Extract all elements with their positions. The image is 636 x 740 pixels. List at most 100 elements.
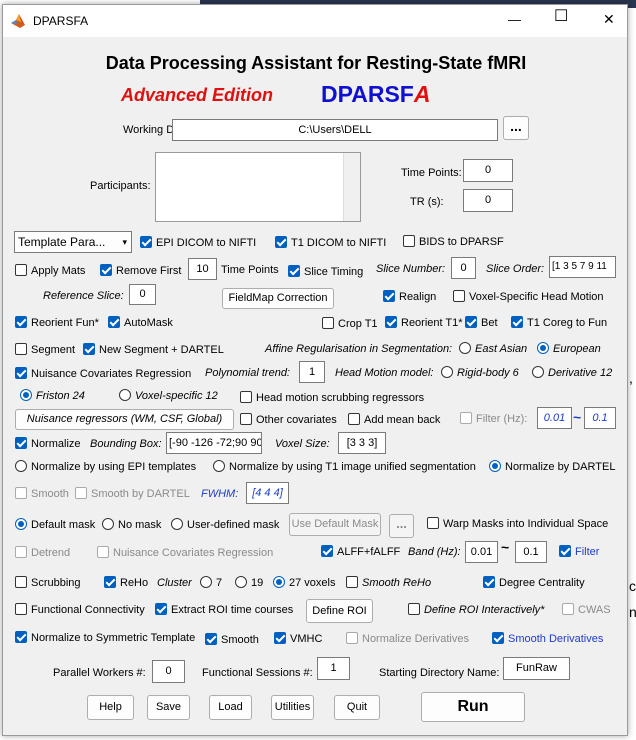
t1-coreg-checkbox[interactable]: T1 Coreg to Fun (511, 316, 607, 330)
smooth-derivatives-checkbox[interactable]: Smooth Derivatives (492, 632, 603, 646)
cluster-7-radio[interactable]: 7 (200, 576, 222, 590)
vmhc-checkbox[interactable]: VMHC (274, 632, 322, 646)
slice-number-input[interactable]: 0 (451, 257, 476, 279)
nuisance-covariates-checkbox[interactable]: Nuisance Covariates Regression (15, 367, 191, 381)
normalize-symmetric-checkbox[interactable]: Normalize to Symmetric Template (15, 631, 195, 645)
normalize-derivatives-checkbox[interactable]: Normalize Derivatives (346, 632, 469, 646)
derivative-12-radio[interactable]: Derivative 12 (532, 366, 612, 380)
crop-t1-checkbox[interactable]: Crop T1 (322, 317, 378, 331)
starting-directory-input[interactable]: FunRaw (503, 657, 570, 680)
default-mask-radio[interactable]: Default mask (15, 518, 95, 532)
smooth-reho-checkbox[interactable]: Smooth ReHo (346, 576, 431, 590)
cwas-checkbox[interactable]: CWAS (562, 603, 611, 617)
tr-label: TR (s): (410, 196, 444, 208)
tr-input[interactable]: 0 (463, 189, 513, 212)
warp-masks-checkbox[interactable]: Warp Masks into Individual Space (427, 517, 608, 531)
slice-order-input[interactable]: [1 3 5 7 9 11 (549, 256, 616, 278)
rigid-body-6-radio[interactable]: Rigid-body 6 (441, 366, 519, 380)
save-button[interactable]: Save (147, 695, 190, 720)
head-motion-scrubbing-checkbox[interactable]: Head motion scrubbing regressors (240, 391, 424, 405)
filter-checkbox[interactable]: Filter (Hz): (460, 412, 527, 426)
user-defined-mask-radio[interactable]: User-defined mask (171, 518, 279, 532)
remove-first-input[interactable]: 10 (188, 258, 217, 280)
alff-falff-checkbox[interactable]: ALFF+fALFF (321, 545, 400, 559)
normalize-checkbox[interactable]: Normalize (15, 437, 81, 451)
voxel-specific-head-motion-checkbox[interactable]: Voxel-Specific Head Motion (453, 290, 604, 304)
bids-checkbox[interactable]: BIDS to DPARSF (403, 235, 504, 249)
new-segment-dartel-checkbox[interactable]: New Segment + DARTEL (83, 343, 224, 357)
help-button[interactable]: Help (87, 695, 134, 720)
friston-24-radio[interactable]: Friston 24 (20, 389, 85, 403)
functional-sessions-input[interactable]: 1 (317, 657, 350, 680)
reho-checkbox[interactable]: ReHo (104, 576, 148, 590)
band-low-input[interactable]: 0.01 (465, 541, 498, 563)
define-roi-interactively-checkbox[interactable]: Define ROI Interactively* (408, 603, 544, 617)
quit-button[interactable]: Quit (334, 695, 380, 720)
extract-roi-checkbox[interactable]: Extract ROI time courses (155, 603, 293, 617)
normalize-epi-radio[interactable]: Normalize by using EPI templates (15, 460, 196, 474)
reorient-t1-checkbox[interactable]: Reorient T1* (385, 316, 463, 330)
bounding-box-input[interactable]: [-90 -126 -72;90 90 (166, 432, 262, 454)
slice-timing-checkbox[interactable]: Slice Timing (288, 265, 363, 279)
nuisance-covariates-2-checkbox[interactable]: Nuisance Covariates Regression (97, 546, 273, 560)
cluster-19-radio[interactable]: 19 (235, 576, 263, 590)
epi-dicom-checkbox[interactable]: EPI DICOM to NIFTI (140, 236, 256, 250)
fwhm-input[interactable]: [4 4 4] (246, 482, 289, 504)
reference-slice-label: Reference Slice: (43, 290, 124, 302)
template-parameters-select[interactable]: Template Para... ▾ (14, 231, 132, 253)
close-icon[interactable]: ✕ (603, 12, 615, 26)
timepoints-input[interactable]: 0 (463, 159, 513, 182)
smooth-2-checkbox[interactable]: Smooth (205, 633, 259, 647)
slice-number-label: Slice Number: (376, 263, 446, 275)
working-directory-browse-button[interactable]: ... (503, 116, 529, 140)
european-radio[interactable]: European (537, 342, 601, 356)
scrubbing-checkbox[interactable]: Scrubbing (15, 576, 81, 590)
use-default-mask-button[interactable]: Use Default Mask (289, 513, 381, 536)
run-button[interactable]: Run (421, 692, 525, 722)
minimize-icon[interactable]: — (508, 13, 521, 27)
reorient-fun-checkbox[interactable]: Reorient Fun* (15, 316, 99, 330)
apply-mats-checkbox[interactable]: Apply Mats (15, 264, 85, 278)
remove-first-checkbox[interactable]: Remove First (100, 264, 181, 278)
define-roi-button[interactable]: Define ROI (306, 599, 373, 623)
nuisance-regressors-button[interactable]: Nuisance regressors (WM, CSF, Global) (15, 409, 234, 430)
reference-slice-input[interactable]: 0 (129, 284, 156, 305)
smooth-dartel-checkbox[interactable]: Smooth by DARTEL (75, 487, 190, 501)
other-covariates-checkbox[interactable]: Other covariates (240, 413, 337, 427)
filter-2-checkbox[interactable]: Filter (559, 545, 599, 559)
polynomial-trend-input[interactable]: 1 (299, 361, 325, 383)
slice-order-label: Slice Order: (486, 263, 545, 275)
degree-centrality-checkbox[interactable]: Degree Centrality (483, 576, 585, 590)
bet-checkbox[interactable]: Bet (465, 316, 498, 330)
mask-browse-button[interactable]: ... (389, 514, 414, 538)
parallel-workers-label: Parallel Workers #: (53, 667, 146, 679)
working-directory-input[interactable]: C:\Users\DELL (172, 119, 498, 141)
window-title: DPARSFA (33, 14, 89, 28)
no-mask-radio[interactable]: No mask (102, 518, 161, 532)
add-mean-back-checkbox[interactable]: Add mean back (348, 413, 440, 427)
voxel-specific-12-radio[interactable]: Voxel-specific 12 (119, 389, 218, 403)
parallel-workers-input[interactable]: 0 (152, 660, 185, 683)
voxel-size-input[interactable]: [3 3 3] (338, 432, 386, 454)
maximize-icon[interactable]: ☐ (554, 9, 568, 25)
normalize-dartel-radio[interactable]: Normalize by DARTEL (489, 460, 615, 474)
smooth-checkbox[interactable]: Smooth (15, 487, 69, 501)
filter-low-input[interactable]: 0.01 (537, 407, 572, 429)
east-asian-radio[interactable]: East Asian (459, 342, 527, 356)
utilities-button[interactable]: Utilities (271, 695, 314, 720)
normalize-t1-radio[interactable]: Normalize by using T1 image unified segm… (213, 460, 476, 474)
detrend-checkbox[interactable]: Detrend (15, 546, 70, 560)
automask-checkbox[interactable]: AutoMask (108, 316, 173, 330)
band-high-input[interactable]: 0.1 (515, 541, 547, 563)
functional-connectivity-checkbox[interactable]: Functional Connectivity (15, 603, 145, 617)
t1-dicom-checkbox[interactable]: T1 DICOM to NIFTI (275, 236, 386, 250)
functional-sessions-label: Functional Sessions #: (202, 667, 313, 679)
participants-list[interactable] (155, 152, 361, 222)
load-button[interactable]: Load (209, 695, 252, 720)
participants-scrollbar[interactable] (343, 153, 360, 221)
cluster-27-radio[interactable]: 27 voxels (273, 576, 335, 590)
realign-checkbox[interactable]: Realign (383, 290, 436, 304)
fieldmap-correction-button[interactable]: FieldMap Correction (222, 288, 334, 309)
segment-checkbox[interactable]: Segment (15, 343, 75, 357)
filter-high-input[interactable]: 0.1 (584, 407, 616, 429)
